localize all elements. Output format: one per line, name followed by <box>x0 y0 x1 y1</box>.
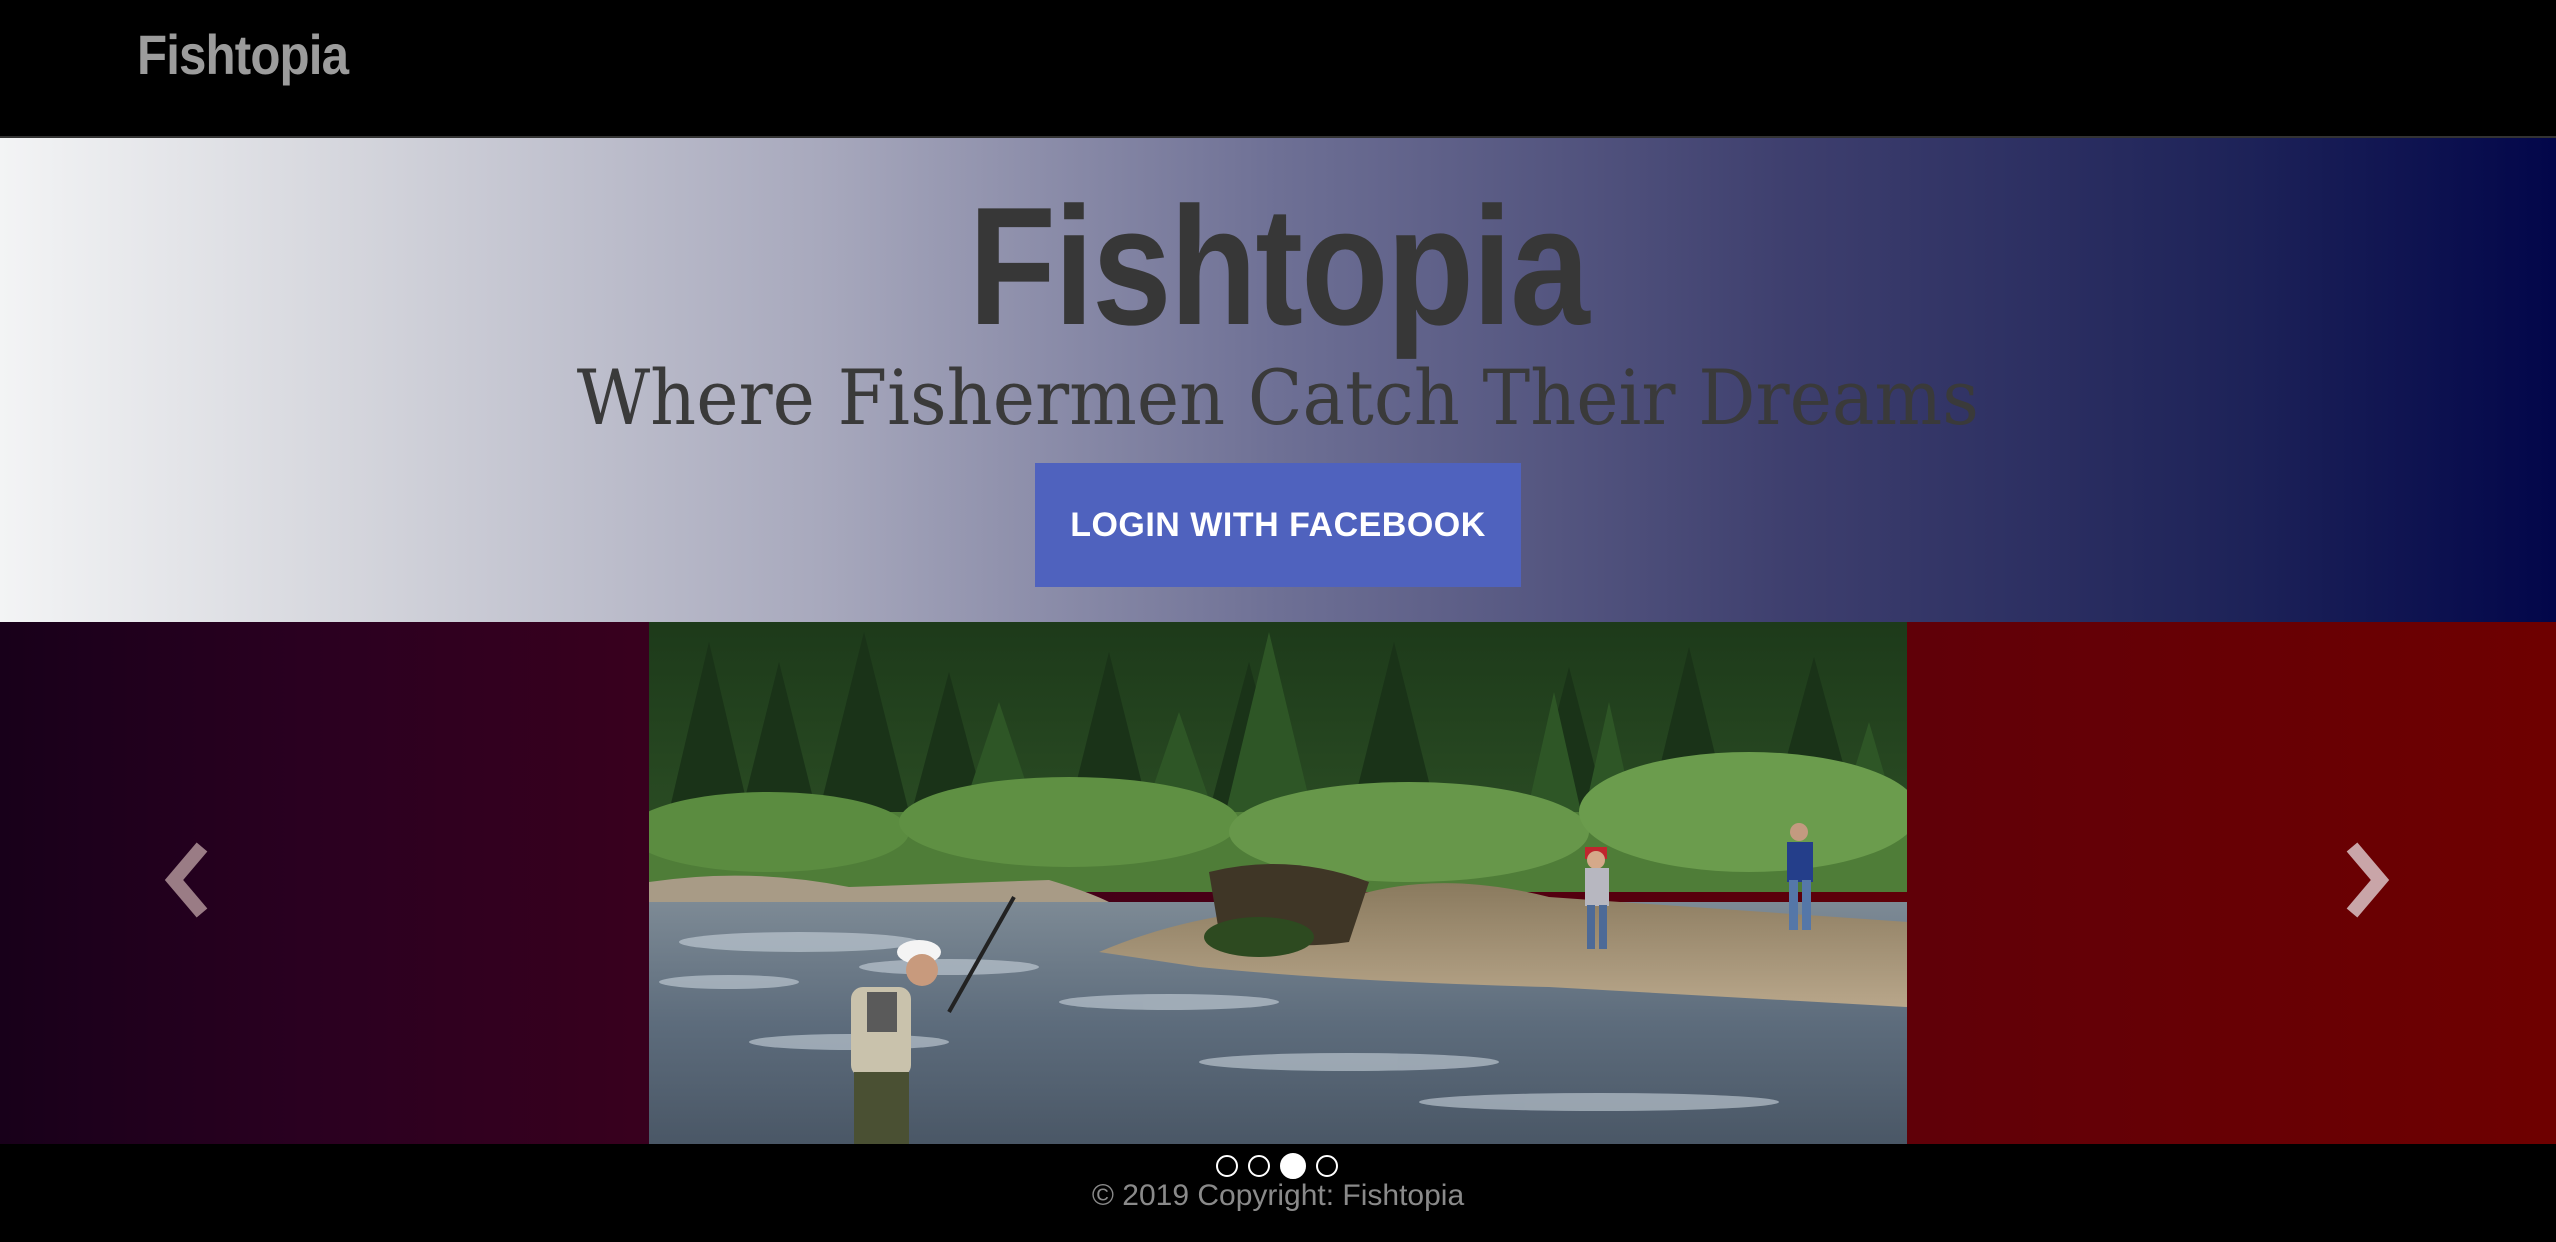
hero-title: Fishtopia <box>0 182 2556 350</box>
top-navbar: Fishtopia <box>0 0 2556 138</box>
carousel-indicators <box>1216 1152 1338 1180</box>
footer: © 2019 Copyright: Fishtopia <box>0 1144 2556 1242</box>
login-with-facebook-button[interactable]: LOGIN WITH FACEBOOK <box>1035 463 1521 587</box>
carousel-slide-image <box>649 622 1907 1144</box>
carousel-indicator-3[interactable] <box>1280 1153 1306 1179</box>
carousel-indicator-2[interactable] <box>1248 1155 1270 1177</box>
navbar-brand[interactable]: Fishtopia <box>137 22 349 87</box>
image-carousel <box>0 622 2556 1144</box>
hero-section: Fishtopia Where Fishermen Catch Their Dr… <box>0 138 2556 622</box>
hero-subtitle: Where Fishermen Catch Their Dreams <box>0 360 2556 436</box>
carousel-prev-button[interactable] <box>152 835 232 925</box>
chevron-right-icon <box>2346 842 2390 918</box>
copyright-text: © 2019 Copyright: Fishtopia <box>1091 1179 1465 1212</box>
chevron-left-icon <box>164 842 208 918</box>
hero-title-text: Fishtopia <box>968 172 1589 360</box>
carousel-next-button[interactable] <box>2322 835 2402 925</box>
carousel-indicator-4[interactable] <box>1316 1155 1338 1177</box>
hero-subtitle-text: Where Fishermen Catch Their Dreams <box>576 353 1980 442</box>
carousel-indicator-1[interactable] <box>1216 1155 1238 1177</box>
fishing-river-scene <box>649 622 1907 1144</box>
